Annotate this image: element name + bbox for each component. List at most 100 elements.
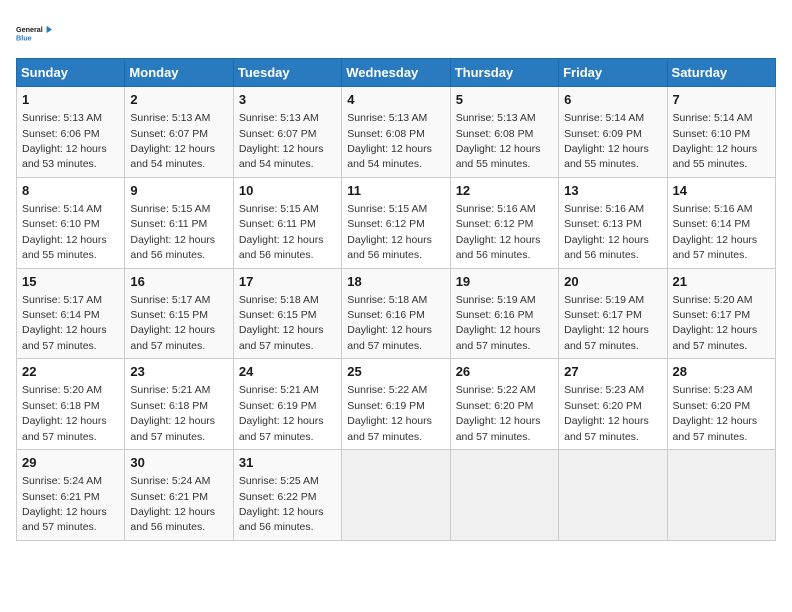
calendar-cell: 7 Sunrise: 5:14 AMSunset: 6:10 PMDayligh… bbox=[667, 87, 775, 178]
day-number: 18 bbox=[347, 273, 444, 291]
cell-info: Sunrise: 5:20 AMSunset: 6:18 PMDaylight:… bbox=[22, 384, 107, 442]
calendar-cell: 20 Sunrise: 5:19 AMSunset: 6:17 PMDaylig… bbox=[559, 268, 667, 359]
cell-info: Sunrise: 5:18 AMSunset: 6:16 PMDaylight:… bbox=[347, 294, 432, 352]
day-number: 13 bbox=[564, 182, 661, 200]
cell-info: Sunrise: 5:21 AMSunset: 6:19 PMDaylight:… bbox=[239, 384, 324, 442]
calendar-cell: 23 Sunrise: 5:21 AMSunset: 6:18 PMDaylig… bbox=[125, 359, 233, 450]
weekday-header-saturday: Saturday bbox=[667, 59, 775, 87]
cell-info: Sunrise: 5:13 AMSunset: 6:08 PMDaylight:… bbox=[456, 112, 541, 170]
calendar-cell: 5 Sunrise: 5:13 AMSunset: 6:08 PMDayligh… bbox=[450, 87, 558, 178]
logo: General Blue bbox=[16, 16, 52, 52]
day-number: 20 bbox=[564, 273, 661, 291]
weekday-header-thursday: Thursday bbox=[450, 59, 558, 87]
day-number: 2 bbox=[130, 91, 227, 109]
weekday-header-friday: Friday bbox=[559, 59, 667, 87]
cell-info: Sunrise: 5:14 AMSunset: 6:10 PMDaylight:… bbox=[673, 112, 758, 170]
calendar-cell: 14 Sunrise: 5:16 AMSunset: 6:14 PMDaylig… bbox=[667, 177, 775, 268]
cell-info: Sunrise: 5:13 AMSunset: 6:08 PMDaylight:… bbox=[347, 112, 432, 170]
weekday-header-wednesday: Wednesday bbox=[342, 59, 450, 87]
cell-info: Sunrise: 5:16 AMSunset: 6:14 PMDaylight:… bbox=[673, 203, 758, 261]
calendar-cell: 4 Sunrise: 5:13 AMSunset: 6:08 PMDayligh… bbox=[342, 87, 450, 178]
cell-info: Sunrise: 5:15 AMSunset: 6:11 PMDaylight:… bbox=[239, 203, 324, 261]
cell-info: Sunrise: 5:15 AMSunset: 6:11 PMDaylight:… bbox=[130, 203, 215, 261]
cell-info: Sunrise: 5:13 AMSunset: 6:07 PMDaylight:… bbox=[239, 112, 324, 170]
calendar-cell: 25 Sunrise: 5:22 AMSunset: 6:19 PMDaylig… bbox=[342, 359, 450, 450]
calendar-cell bbox=[450, 450, 558, 541]
calendar-cell: 30 Sunrise: 5:24 AMSunset: 6:21 PMDaylig… bbox=[125, 450, 233, 541]
cell-info: Sunrise: 5:20 AMSunset: 6:17 PMDaylight:… bbox=[673, 294, 758, 352]
day-number: 15 bbox=[22, 273, 119, 291]
svg-text:General: General bbox=[16, 25, 43, 34]
day-number: 10 bbox=[239, 182, 336, 200]
calendar-cell bbox=[667, 450, 775, 541]
week-row-4: 22 Sunrise: 5:20 AMSunset: 6:18 PMDaylig… bbox=[17, 359, 776, 450]
day-number: 22 bbox=[22, 363, 119, 381]
cell-info: Sunrise: 5:24 AMSunset: 6:21 PMDaylight:… bbox=[130, 475, 215, 533]
cell-info: Sunrise: 5:17 AMSunset: 6:15 PMDaylight:… bbox=[130, 294, 215, 352]
cell-info: Sunrise: 5:16 AMSunset: 6:13 PMDaylight:… bbox=[564, 203, 649, 261]
calendar-cell: 11 Sunrise: 5:15 AMSunset: 6:12 PMDaylig… bbox=[342, 177, 450, 268]
calendar-cell: 9 Sunrise: 5:15 AMSunset: 6:11 PMDayligh… bbox=[125, 177, 233, 268]
cell-info: Sunrise: 5:22 AMSunset: 6:19 PMDaylight:… bbox=[347, 384, 432, 442]
calendar-cell: 28 Sunrise: 5:23 AMSunset: 6:20 PMDaylig… bbox=[667, 359, 775, 450]
weekday-header-monday: Monday bbox=[125, 59, 233, 87]
calendar-cell: 26 Sunrise: 5:22 AMSunset: 6:20 PMDaylig… bbox=[450, 359, 558, 450]
calendar-cell: 2 Sunrise: 5:13 AMSunset: 6:07 PMDayligh… bbox=[125, 87, 233, 178]
day-number: 19 bbox=[456, 273, 553, 291]
calendar-cell: 1 Sunrise: 5:13 AMSunset: 6:06 PMDayligh… bbox=[17, 87, 125, 178]
weekday-header-tuesday: Tuesday bbox=[233, 59, 341, 87]
cell-info: Sunrise: 5:19 AMSunset: 6:17 PMDaylight:… bbox=[564, 294, 649, 352]
cell-info: Sunrise: 5:19 AMSunset: 6:16 PMDaylight:… bbox=[456, 294, 541, 352]
week-row-2: 8 Sunrise: 5:14 AMSunset: 6:10 PMDayligh… bbox=[17, 177, 776, 268]
cell-info: Sunrise: 5:21 AMSunset: 6:18 PMDaylight:… bbox=[130, 384, 215, 442]
cell-info: Sunrise: 5:13 AMSunset: 6:06 PMDaylight:… bbox=[22, 112, 107, 170]
page-header: General Blue bbox=[16, 16, 776, 52]
logo-icon: General Blue bbox=[16, 16, 52, 52]
day-number: 1 bbox=[22, 91, 119, 109]
day-number: 30 bbox=[130, 454, 227, 472]
day-number: 16 bbox=[130, 273, 227, 291]
day-number: 29 bbox=[22, 454, 119, 472]
cell-info: Sunrise: 5:14 AMSunset: 6:10 PMDaylight:… bbox=[22, 203, 107, 261]
cell-info: Sunrise: 5:25 AMSunset: 6:22 PMDaylight:… bbox=[239, 475, 324, 533]
calendar-cell: 15 Sunrise: 5:17 AMSunset: 6:14 PMDaylig… bbox=[17, 268, 125, 359]
day-number: 28 bbox=[673, 363, 770, 381]
weekday-header-row: SundayMondayTuesdayWednesdayThursdayFrid… bbox=[17, 59, 776, 87]
calendar-cell: 12 Sunrise: 5:16 AMSunset: 6:12 PMDaylig… bbox=[450, 177, 558, 268]
calendar-cell bbox=[559, 450, 667, 541]
day-number: 21 bbox=[673, 273, 770, 291]
calendar-cell: 6 Sunrise: 5:14 AMSunset: 6:09 PMDayligh… bbox=[559, 87, 667, 178]
day-number: 5 bbox=[456, 91, 553, 109]
calendar-cell: 21 Sunrise: 5:20 AMSunset: 6:17 PMDaylig… bbox=[667, 268, 775, 359]
cell-info: Sunrise: 5:18 AMSunset: 6:15 PMDaylight:… bbox=[239, 294, 324, 352]
calendar-table: SundayMondayTuesdayWednesdayThursdayFrid… bbox=[16, 58, 776, 541]
calendar-cell: 27 Sunrise: 5:23 AMSunset: 6:20 PMDaylig… bbox=[559, 359, 667, 450]
week-row-5: 29 Sunrise: 5:24 AMSunset: 6:21 PMDaylig… bbox=[17, 450, 776, 541]
calendar-cell: 18 Sunrise: 5:18 AMSunset: 6:16 PMDaylig… bbox=[342, 268, 450, 359]
calendar-cell: 16 Sunrise: 5:17 AMSunset: 6:15 PMDaylig… bbox=[125, 268, 233, 359]
day-number: 3 bbox=[239, 91, 336, 109]
day-number: 31 bbox=[239, 454, 336, 472]
cell-info: Sunrise: 5:23 AMSunset: 6:20 PMDaylight:… bbox=[564, 384, 649, 442]
day-number: 27 bbox=[564, 363, 661, 381]
calendar-cell: 24 Sunrise: 5:21 AMSunset: 6:19 PMDaylig… bbox=[233, 359, 341, 450]
day-number: 7 bbox=[673, 91, 770, 109]
day-number: 26 bbox=[456, 363, 553, 381]
day-number: 12 bbox=[456, 182, 553, 200]
calendar-cell: 31 Sunrise: 5:25 AMSunset: 6:22 PMDaylig… bbox=[233, 450, 341, 541]
day-number: 23 bbox=[130, 363, 227, 381]
cell-info: Sunrise: 5:22 AMSunset: 6:20 PMDaylight:… bbox=[456, 384, 541, 442]
day-number: 6 bbox=[564, 91, 661, 109]
calendar-cell: 8 Sunrise: 5:14 AMSunset: 6:10 PMDayligh… bbox=[17, 177, 125, 268]
day-number: 24 bbox=[239, 363, 336, 381]
calendar-cell: 19 Sunrise: 5:19 AMSunset: 6:16 PMDaylig… bbox=[450, 268, 558, 359]
calendar-cell: 13 Sunrise: 5:16 AMSunset: 6:13 PMDaylig… bbox=[559, 177, 667, 268]
calendar-cell: 3 Sunrise: 5:13 AMSunset: 6:07 PMDayligh… bbox=[233, 87, 341, 178]
day-number: 11 bbox=[347, 182, 444, 200]
calendar-cell: 22 Sunrise: 5:20 AMSunset: 6:18 PMDaylig… bbox=[17, 359, 125, 450]
calendar-cell: 10 Sunrise: 5:15 AMSunset: 6:11 PMDaylig… bbox=[233, 177, 341, 268]
calendar-cell bbox=[342, 450, 450, 541]
calendar-cell: 17 Sunrise: 5:18 AMSunset: 6:15 PMDaylig… bbox=[233, 268, 341, 359]
svg-text:Blue: Blue bbox=[16, 33, 32, 42]
day-number: 8 bbox=[22, 182, 119, 200]
